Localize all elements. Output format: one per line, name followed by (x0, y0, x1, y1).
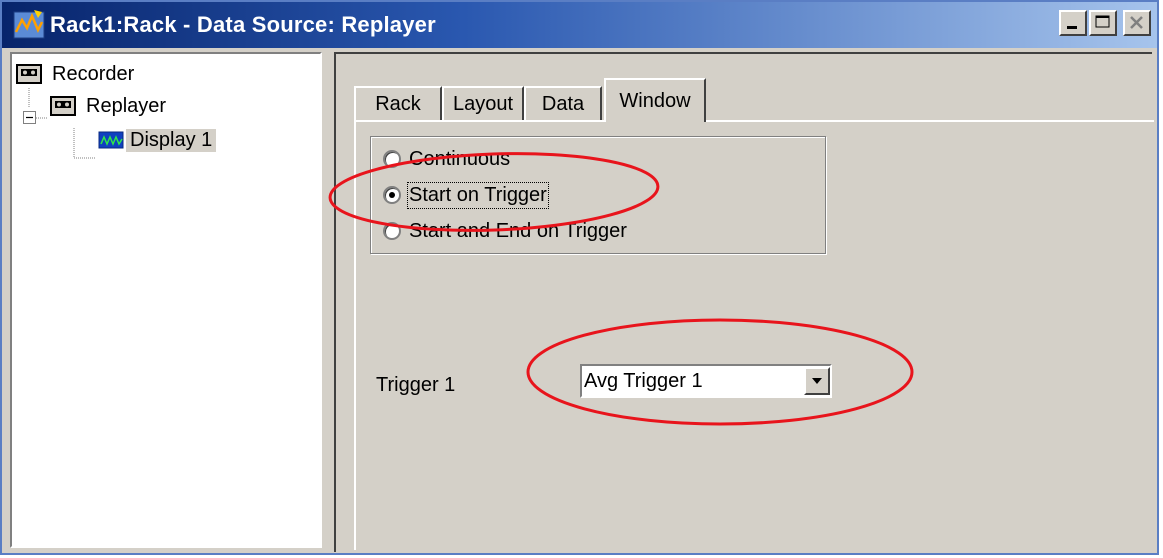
tree-item-label: Display 1 (126, 128, 217, 152)
close-icon (1130, 16, 1143, 29)
radio-button-icon (383, 222, 401, 240)
tab-layout[interactable]: Layout (442, 86, 524, 120)
close-button[interactable] (1123, 10, 1151, 36)
pane-splitter[interactable] (322, 52, 334, 552)
tab-rack[interactable]: Rack (354, 86, 442, 120)
collapse-toggle[interactable] (23, 111, 36, 124)
tree-item-replayer[interactable]: Replayer (50, 92, 170, 120)
app-icon (13, 10, 45, 39)
properties-pane: Rack Layout Data Window Continuous Start… (334, 52, 1154, 552)
minimize-button[interactable] (1059, 10, 1087, 36)
minimize-icon (1067, 26, 1077, 29)
trigger-select-value: Avg Trigger 1 (584, 369, 703, 392)
radio-start-and-end-on-trigger[interactable]: Start and End on Trigger (383, 217, 627, 245)
tab-label: Data (541, 92, 585, 115)
radio-button-checked-icon (383, 186, 401, 204)
minus-icon (26, 116, 33, 119)
trigger-select[interactable]: Avg Trigger 1 (580, 364, 832, 398)
trigger-label: Trigger 1 (376, 374, 456, 396)
radio-button-icon (383, 150, 401, 168)
radio-label: Start and End on Trigger (409, 219, 627, 242)
tree-item-display-1[interactable]: Display 1 (98, 126, 217, 154)
radio-label: Start on Trigger (407, 181, 549, 209)
tab-label: Rack (375, 92, 421, 115)
maximize-button[interactable] (1089, 10, 1117, 36)
radio-label: Continuous (409, 147, 511, 170)
tab-window[interactable]: Window (604, 78, 706, 122)
radio-continuous[interactable]: Continuous (383, 145, 510, 173)
window-title: Rack1:Rack - Data Source: Replayer (50, 12, 436, 37)
dropdown-button[interactable] (804, 367, 830, 395)
maximize-icon (1095, 15, 1110, 28)
tab-label: Window (619, 89, 691, 112)
start-mode-group: Continuous Start on Trigger Start and En… (370, 136, 826, 254)
chevron-down-icon (812, 378, 822, 384)
title-bar[interactable]: Rack1:Rack - Data Source: Replayer (2, 2, 1157, 48)
display-icon (98, 131, 124, 149)
tab-data[interactable]: Data (524, 86, 602, 120)
replayer-icon (50, 96, 76, 116)
radio-start-on-trigger[interactable]: Start on Trigger (383, 181, 549, 209)
tab-label: Layout (452, 92, 514, 115)
tree-item-label: Replayer (86, 94, 167, 117)
app-window: Rack1:Rack - Data Source: Replayer Recor… (0, 0, 1159, 555)
tree-view[interactable]: Recorder Replayer Display 1 (10, 52, 322, 548)
